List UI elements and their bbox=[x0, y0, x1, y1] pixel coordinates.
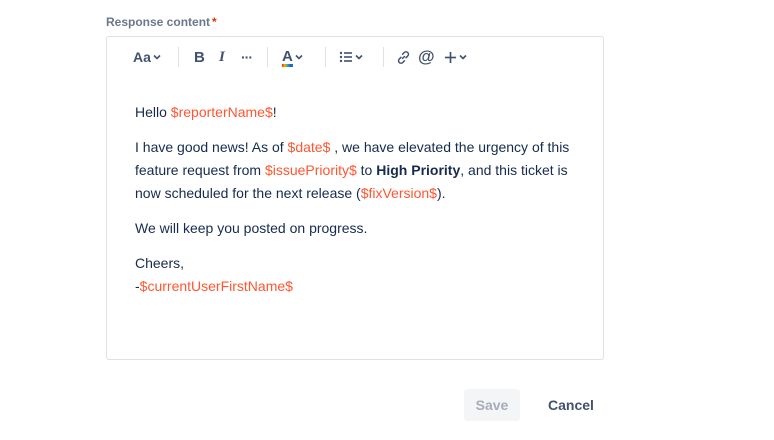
mention-icon: @ bbox=[418, 47, 435, 66]
editor-toolbar: Aa B I ··· A @ bbox=[107, 37, 603, 77]
text-style-dropdown[interactable]: Aa bbox=[133, 47, 162, 67]
editor-content[interactable]: Hello $reporterName$! I have good news! … bbox=[135, 101, 585, 310]
text-style-icon: Aa bbox=[133, 49, 151, 65]
body-paragraph: I have good news! As of $date$ , we have… bbox=[135, 139, 570, 201]
toolbar-divider bbox=[325, 47, 326, 67]
link-button[interactable] bbox=[396, 47, 411, 67]
cancel-button[interactable]: Cancel bbox=[538, 389, 604, 421]
list-dropdown[interactable] bbox=[339, 47, 364, 67]
progress-paragraph: We will keep you posted on progress. bbox=[135, 220, 368, 236]
date-variable: $date$ bbox=[287, 139, 331, 155]
more-icon: ··· bbox=[241, 49, 253, 65]
rich-text-editor[interactable]: Aa B I ··· A @ Hello $reporterName$! I h… bbox=[106, 36, 604, 360]
chevron-down-icon bbox=[153, 54, 161, 60]
bullet-list-icon bbox=[339, 51, 352, 63]
toolbar-divider bbox=[267, 47, 268, 67]
more-formatting-button[interactable]: ··· bbox=[241, 47, 253, 67]
signoff-text: Cheers, bbox=[135, 255, 185, 271]
mention-button[interactable]: @ bbox=[418, 47, 435, 67]
text-color-icon: A bbox=[282, 48, 293, 67]
toolbar-divider bbox=[383, 47, 384, 67]
bold-icon: B bbox=[194, 48, 205, 66]
reporter-name-variable: $reporterName$ bbox=[170, 104, 273, 120]
text-color-dropdown[interactable]: A bbox=[282, 47, 304, 67]
fix-version-variable: $fixVersion$ bbox=[360, 185, 437, 201]
save-button[interactable]: Save bbox=[464, 389, 520, 421]
required-marker: * bbox=[212, 15, 217, 29]
italic-icon: I bbox=[219, 48, 225, 65]
link-icon bbox=[397, 50, 410, 64]
chevron-down-icon bbox=[355, 54, 363, 60]
greeting-paragraph: Hello $reporterName$! bbox=[135, 104, 277, 120]
plus-icon bbox=[444, 51, 457, 63]
italic-button[interactable]: I bbox=[219, 47, 225, 67]
bold-button[interactable]: B bbox=[194, 47, 205, 67]
chevron-down-icon bbox=[295, 54, 303, 60]
label-text: Response content bbox=[106, 15, 211, 29]
insert-dropdown[interactable] bbox=[444, 47, 468, 67]
response-content-label: Response content * bbox=[106, 15, 217, 29]
signoff-paragraph: Cheers, -$currentUserFirstName$ bbox=[135, 255, 293, 294]
high-priority-bold: High Priority bbox=[376, 162, 461, 178]
chevron-down-icon bbox=[459, 54, 467, 60]
current-user-variable: $currentUserFirstName$ bbox=[139, 278, 293, 294]
toolbar-divider bbox=[178, 47, 179, 67]
issue-priority-variable: $issuePriority$ bbox=[264, 162, 357, 178]
